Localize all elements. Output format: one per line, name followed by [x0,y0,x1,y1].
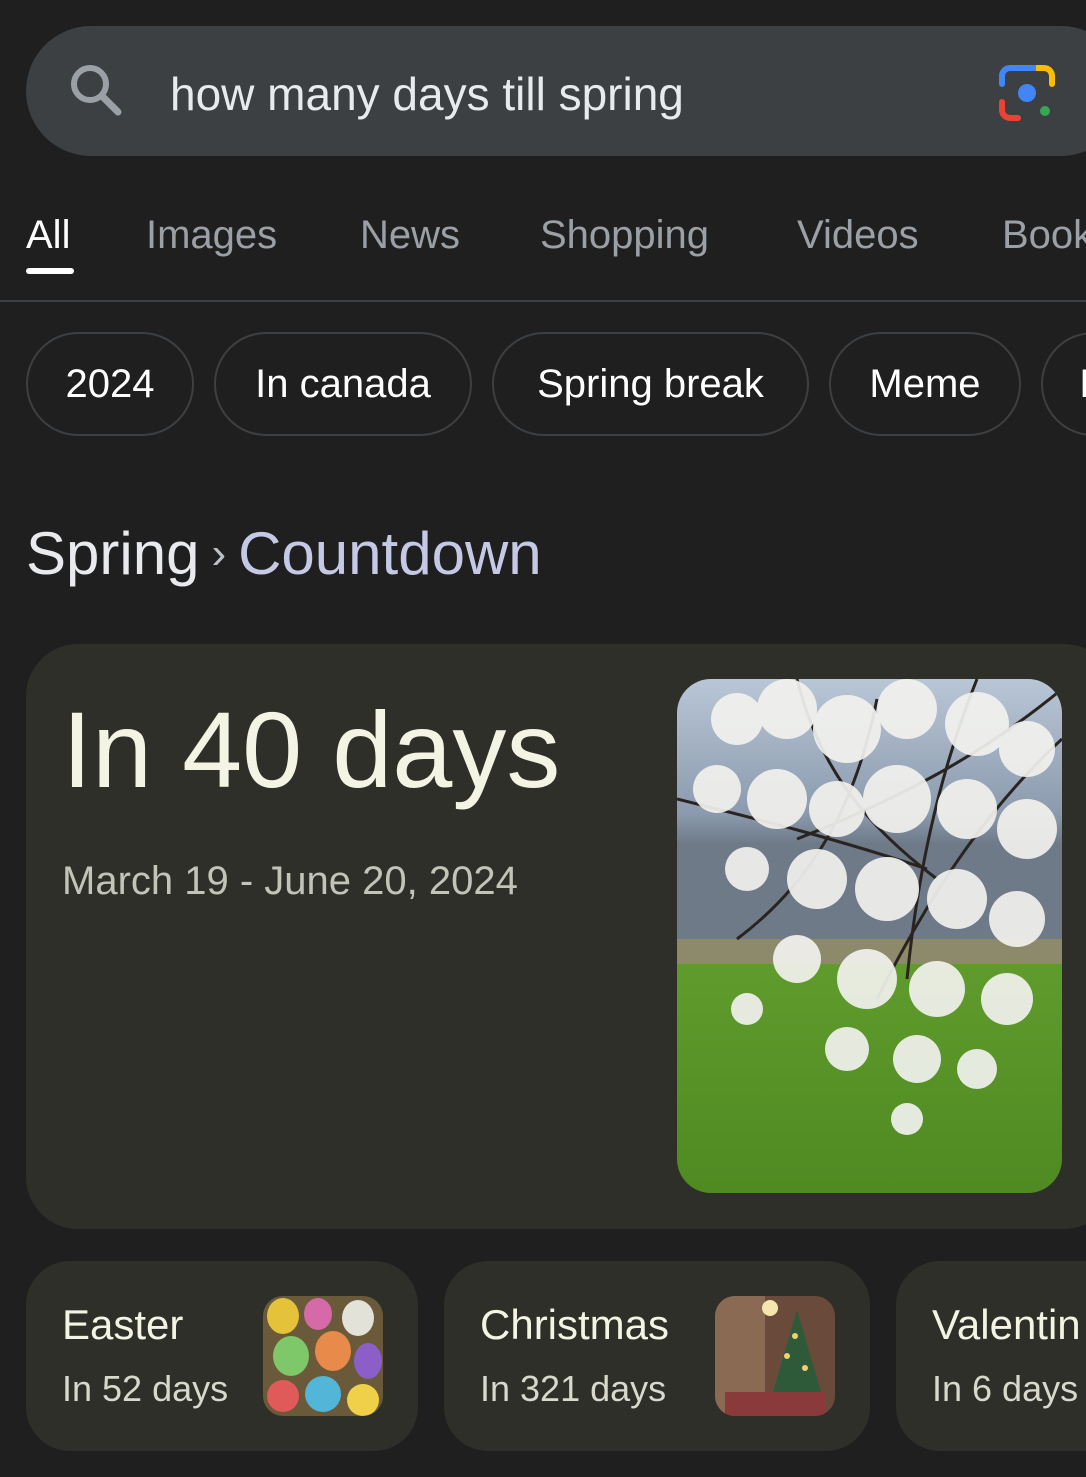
tab-all[interactable]: All [26,205,70,265]
event-title: Valentin [932,1301,1081,1348]
event-card-christmas[interactable]: Christmas In 321 days [444,1261,870,1451]
event-card-valentines[interactable]: Valentin In 6 days [896,1261,1086,1451]
chip-2024[interactable]: 2024 [26,332,194,436]
christmas-tree-thumbnail [715,1296,835,1416]
google-lens-icon[interactable] [998,64,1056,122]
search-input[interactable]: how many days till spring [170,66,684,122]
event-title: Easter [62,1301,184,1348]
active-tab-indicator [26,268,74,274]
season-date-range: March 19 - June 20, 2024 [62,859,518,903]
tab-news[interactable]: News [360,205,460,265]
tab-images[interactable]: Images [146,205,277,265]
event-countdown: In 321 days [480,1368,667,1409]
event-card-easter[interactable]: Easter In 52 days [26,1261,418,1451]
cherry-blossom-photo[interactable] [677,679,1062,1193]
countdown-value: In 40 days [62,689,561,810]
event-title: Christmas [480,1301,670,1348]
tab-videos[interactable]: Videos [797,205,919,265]
search-tabs: All Images News Shopping Videos Book [0,205,1086,301]
chip-meme[interactable]: Meme [829,332,1021,436]
tab-books[interactable]: Book [1002,205,1086,265]
breadcrumb-root[interactable]: Spring [26,520,199,587]
event-countdown: In 52 days [62,1368,229,1409]
tab-shopping[interactable]: Shopping [540,205,709,265]
chip-spring-break[interactable]: Spring break [492,332,809,436]
breadcrumb-separator: › [211,529,227,578]
chip-partial[interactable]: I [1041,332,1086,436]
breadcrumb: Spring › Countdown [26,518,542,590]
event-countdown: In 6 days [932,1368,1079,1409]
tabs-divider [0,300,1086,302]
search-results-page: how many days till spring All Images New… [0,0,1086,1477]
chip-in-canada[interactable]: In canada [214,332,472,436]
search-icon[interactable] [66,60,126,120]
easter-eggs-thumbnail [263,1296,383,1416]
breadcrumb-current: Countdown [238,520,542,587]
